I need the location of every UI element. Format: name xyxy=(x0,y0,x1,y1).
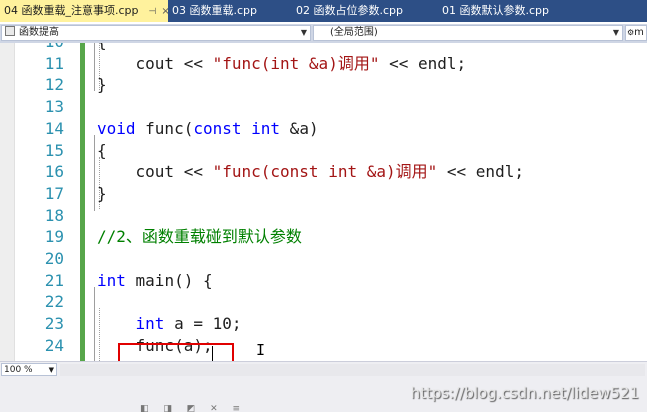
tab-label: 04 函数重载_注意事项.cpp xyxy=(4,4,139,17)
horizontal-scrollbar[interactable] xyxy=(60,364,645,376)
tab-04-overload-notes[interactable]: 04 函数重载_注意事项.cpp ⊣ × xyxy=(0,0,170,22)
line-code: cout << "func(const int &a)调用" << endl; xyxy=(97,161,524,183)
code-line[interactable]: 13 xyxy=(0,96,647,118)
toolbar-icons: ◧ ◨ ◩ ✕ ≡ xyxy=(140,404,247,414)
line-number: 24 xyxy=(44,335,64,355)
member-dropdown[interactable]: ⚙m xyxy=(625,25,647,41)
code-line[interactable]: 20 xyxy=(0,248,647,270)
code-token: cout << xyxy=(97,53,213,73)
line-number: 18 xyxy=(44,205,64,225)
scope-dropdown[interactable]: (全局范围) ▼ xyxy=(313,25,623,41)
tab-label: 02 函数占位参数.cpp xyxy=(296,4,404,17)
line-number: 23 xyxy=(44,314,64,334)
code-token: << endl; xyxy=(437,162,524,182)
line-number: 11 xyxy=(44,53,64,73)
code-line[interactable]: 22 xyxy=(0,291,647,313)
line-number: 13 xyxy=(44,97,64,117)
chevron-down-icon: ▼ xyxy=(300,28,307,37)
code-line[interactable]: 23 int a = 10; xyxy=(0,313,647,335)
code-line[interactable]: 12} xyxy=(0,74,647,96)
line-number: 15 xyxy=(44,140,64,160)
code-line[interactable]: 17} xyxy=(0,183,647,205)
line-number: 22 xyxy=(44,292,64,312)
code-editor[interactable]: 10{11 cout << "func(int &a)调用" << endl;1… xyxy=(0,43,647,361)
line-number: 12 xyxy=(44,75,64,95)
navigation-bar: 函数提高 ▼ (全局范围) ▼ ⚙m xyxy=(0,24,647,43)
zoom-level: 100 % xyxy=(4,365,33,375)
outline-line xyxy=(94,43,95,91)
line-code: int a = 10; xyxy=(97,313,242,335)
outline-line xyxy=(94,287,95,361)
watermark-url: https://blog.csdn.net/lidew521 xyxy=(410,384,639,402)
line-number: 21 xyxy=(44,270,64,290)
code-line[interactable]: 18 xyxy=(0,205,647,227)
document-tab-bar: 04 函数重载_注意事项.cpp ⊣ × 03 函数重载.cpp 02 函数占位参数… xyxy=(0,0,647,22)
code-token: &a) xyxy=(280,118,319,138)
pin-icon[interactable]: ⊣ xyxy=(149,7,157,17)
line-code: void func(const int &a) xyxy=(97,118,319,140)
zoom-dropdown[interactable]: 100 % ▼ xyxy=(1,363,57,376)
code-line[interactable]: 16 cout << "func(const int &a)调用" << end… xyxy=(0,161,647,183)
project-dropdown[interactable]: 函数提高 ▼ xyxy=(1,25,311,41)
indent-guide xyxy=(99,308,100,361)
code-token: main() { xyxy=(125,270,213,290)
tab-label: 01 函数默认参数.cpp xyxy=(442,4,550,17)
line-number: 16 xyxy=(44,162,64,182)
code-token: a = 10; xyxy=(164,314,242,334)
line-code: cout << "func(int &a)调用" << endl; xyxy=(97,53,467,75)
code-line[interactable]: 24 func(a); xyxy=(0,335,647,357)
keyword-token: int xyxy=(97,270,126,290)
code-line[interactable]: 11 cout << "func(int &a)调用" << endl; xyxy=(0,53,647,75)
code-token: << endl; xyxy=(379,53,467,73)
code-line[interactable]: 10{ xyxy=(0,43,647,53)
comment-token: //2、函数重载碰到默认参数 xyxy=(97,227,302,247)
code-line[interactable]: 19 //2、函数重载碰到默认参数 xyxy=(0,226,647,248)
line-number: 19 xyxy=(44,227,64,247)
line-code: //2、函数重载碰到默认参数 xyxy=(97,226,302,248)
editor-status-bar: 100 % ▼ xyxy=(0,361,647,379)
keyword-token: void xyxy=(97,118,136,138)
line-number: 17 xyxy=(44,183,64,203)
code-line[interactable]: 15{ xyxy=(0,140,647,162)
keyword-token: int xyxy=(251,118,281,138)
code-token: cout << xyxy=(97,162,213,182)
line-number: 20 xyxy=(44,249,64,268)
ibeam-cursor-icon: I xyxy=(256,341,266,359)
keyword-token: const xyxy=(193,118,242,138)
line-number: 14 xyxy=(44,118,64,138)
project-icon xyxy=(5,26,15,36)
string-token: "func(int &a)调用" xyxy=(212,53,380,73)
line-number: 10 xyxy=(14,43,64,53)
indent-guide xyxy=(99,157,100,209)
chevron-down-icon: ▼ xyxy=(612,28,619,37)
line-code: int main() { xyxy=(97,270,213,292)
chevron-down-icon: ▼ xyxy=(48,366,54,374)
code-line[interactable]: 14 void func(const int &a) xyxy=(0,118,647,140)
scope-label: (全局范围) xyxy=(330,27,378,38)
outline-line xyxy=(94,135,95,211)
code-token: func( xyxy=(135,118,194,138)
member-label: m xyxy=(634,27,644,38)
tab-label: 03 函数重载.cpp xyxy=(172,4,258,17)
tab-02-placeholder-params[interactable]: 02 函数占位参数.cpp xyxy=(292,0,438,22)
keyword-token: int xyxy=(135,314,165,334)
tab-03-overload[interactable]: 03 函数重载.cpp xyxy=(168,0,292,22)
project-name: 函数提高 xyxy=(19,27,59,38)
indent-guide xyxy=(99,43,100,90)
string-token: "func(const int &a)调用" xyxy=(212,162,438,182)
tab-01-default-params[interactable]: 01 函数默认参数.cpp xyxy=(438,0,647,22)
code-line[interactable]: 21 int main() { xyxy=(0,270,647,292)
